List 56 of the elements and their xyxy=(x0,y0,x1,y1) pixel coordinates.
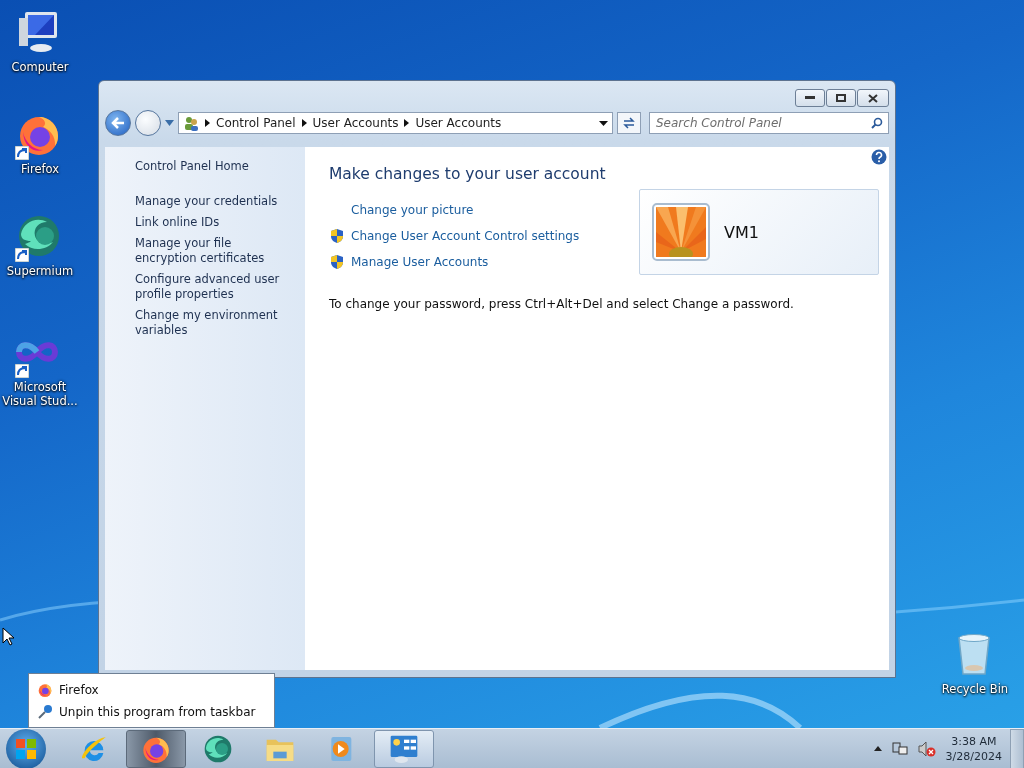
network-icon[interactable] xyxy=(891,740,908,757)
search-icon[interactable] xyxy=(871,117,883,129)
desktop-icon-label[interactable]: Microsoft Visual Stud... xyxy=(0,380,80,408)
taskbar-button[interactable] xyxy=(374,729,434,768)
search-field[interactable]: Search Control Panel xyxy=(649,112,889,134)
browser-icon xyxy=(37,681,53,698)
desktop-icon-label[interactable]: Firefox xyxy=(20,162,60,176)
sidebar-link[interactable]: Manage your file encryption certificates xyxy=(135,236,289,266)
breadcrumb[interactable]: Control Panel xyxy=(216,116,296,130)
refresh-button[interactable] xyxy=(617,112,641,134)
address-bar[interactable]: Control Panel User Accounts User Accounts xyxy=(178,112,613,134)
dropdown-arrow-icon[interactable] xyxy=(599,120,608,126)
back-arrow-icon xyxy=(111,117,125,129)
start-button[interactable] xyxy=(6,728,46,768)
account-name: VM1 xyxy=(724,222,759,242)
menu-item-label: Unpin this program from taskbar xyxy=(59,704,256,719)
breadcrumb-arrow-icon[interactable] xyxy=(301,119,307,127)
help-icon[interactable] xyxy=(871,149,887,165)
clock-date: 3/28/2024 xyxy=(945,748,1002,764)
pin-icon xyxy=(37,703,53,720)
back-button[interactable] xyxy=(105,110,131,136)
muted-speaker-icon[interactable] xyxy=(917,740,936,757)
sidebar-link[interactable]: Manage your credentials xyxy=(135,194,289,209)
forward-button[interactable] xyxy=(135,110,161,136)
sidebar-link[interactable]: Change my environment variables xyxy=(135,308,289,338)
breadcrumb-arrow-icon[interactable] xyxy=(404,119,410,127)
close-button[interactable] xyxy=(857,89,889,107)
clock-time: 3:38 AM xyxy=(951,733,997,749)
minimize-button[interactable] xyxy=(795,89,825,107)
mouse-cursor-icon xyxy=(2,627,14,646)
maximize-icon xyxy=(836,94,846,102)
caret-icon[interactable] xyxy=(873,746,882,751)
breadcrumb-arrow-icon[interactable] xyxy=(205,119,210,127)
minimize-icon xyxy=(805,96,815,100)
task-link[interactable]: Change your picture xyxy=(351,203,474,217)
desktop-icon-label[interactable]: Supermium xyxy=(6,264,74,278)
task-link[interactable]: Manage User Accounts xyxy=(351,255,489,269)
menu-item[interactable]: Firefox xyxy=(37,680,266,699)
windows-logo-icon xyxy=(15,737,37,760)
desktop-icon-label[interactable]: Computer xyxy=(11,60,69,74)
sidebar-link[interactable]: Link online IDs xyxy=(135,215,289,230)
close-icon xyxy=(868,93,878,103)
task-link[interactable]: Change User Account Control settings xyxy=(351,229,580,243)
breadcrumb[interactable]: User Accounts xyxy=(312,116,399,130)
clock[interactable]: 3:38 AM 3/28/2024 xyxy=(945,733,1002,764)
taskbar-button[interactable] xyxy=(126,729,186,768)
refresh-icon xyxy=(622,116,636,130)
sidebar-link[interactable]: Control Panel Home xyxy=(135,159,289,174)
breadcrumb[interactable]: User Accounts xyxy=(415,116,502,130)
menu-item[interactable]: Unpin this program from taskbar xyxy=(37,702,266,721)
page-heading: Make changes to your user account xyxy=(329,165,607,183)
maximize-button[interactable] xyxy=(826,89,856,107)
menu-item-label: Firefox xyxy=(59,682,99,697)
users-icon xyxy=(183,115,199,131)
sidebar-link[interactable]: Configure advanced user profile properties xyxy=(135,272,289,302)
password-note: To change your password, press Ctrl+Alt+Del and select Change a password. xyxy=(329,297,795,311)
